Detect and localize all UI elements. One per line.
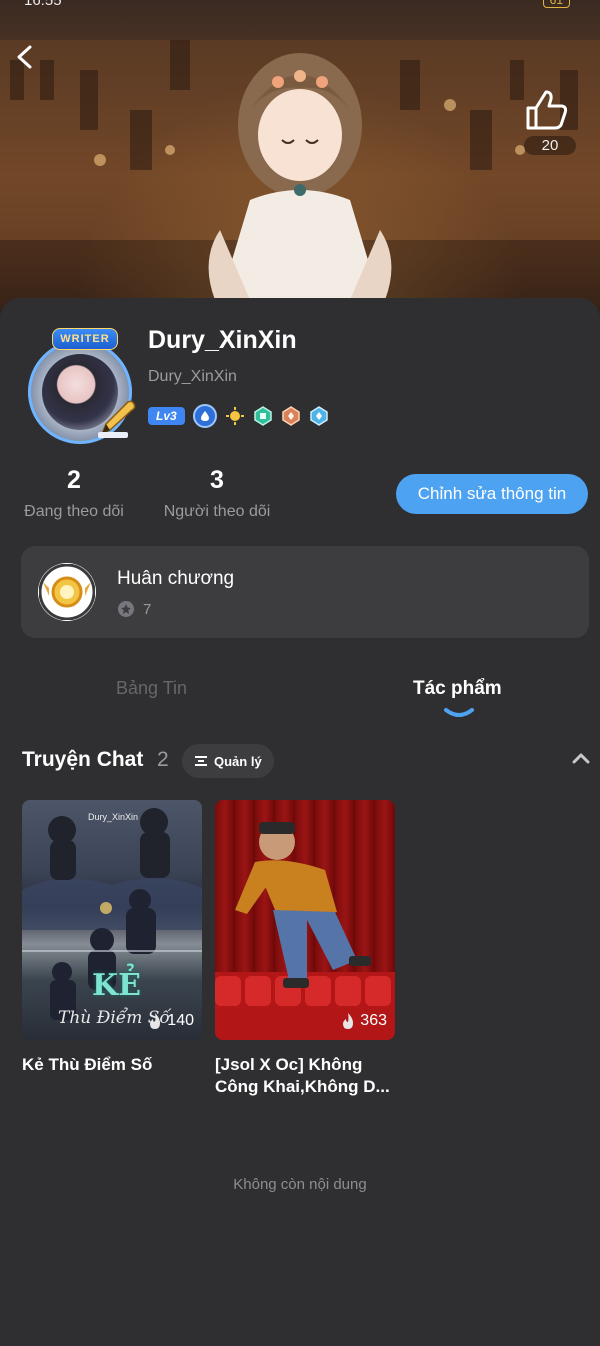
level-badge[interactable]: Lv3 (148, 407, 185, 425)
username: Dury_XinXin (148, 326, 297, 354)
heat-count: 363 (360, 1012, 387, 1029)
end-of-content-text: Không còn nội dung (233, 1176, 367, 1193)
heat-counter: 363 (340, 1012, 387, 1030)
avatar[interactable]: WRITER (22, 328, 142, 444)
medals-panel[interactable]: Huân chương 7 (21, 546, 589, 638)
like-widget: 20 (522, 86, 578, 155)
like-count: 20 (524, 136, 576, 155)
cover-artwork (215, 822, 395, 1040)
profile-tabs: Bảng Tin Tác phẩm (0, 670, 600, 720)
medals-count: 7 (143, 600, 152, 618)
chevron-left-icon (17, 45, 32, 69)
water-drop-badge-icon[interactable] (192, 404, 217, 428)
manage-label: Quản lý (214, 753, 262, 769)
user-handle: Dury_XinXin (148, 368, 237, 385)
followers-stat[interactable]: 3 Người theo dõi (160, 466, 274, 521)
medals-title: Huân chương (117, 568, 235, 589)
active-tab-indicator (444, 708, 474, 717)
badge-row: Lv3 (148, 404, 329, 428)
status-bar: 16:55 61 (0, 0, 600, 10)
flame-icon (343, 1013, 354, 1029)
following-label: Đang theo dõi (24, 503, 124, 520)
profile-banner: 16:55 61 20 (0, 0, 600, 320)
story-cover: Dury_XinXin KẺ Thù Điểm Số 140 (22, 800, 202, 1040)
back-button[interactable] (14, 44, 50, 80)
sun-badge-icon[interactable] (225, 406, 245, 426)
writer-badge: WRITER (52, 328, 118, 350)
story-card[interactable]: Dury_XinXin KẺ Thù Điểm Số 140 Kẻ Thù Đi… (22, 800, 202, 1076)
status-time: 16:55 (24, 0, 62, 9)
cover-watermark: Dury_XinXin (88, 812, 139, 822)
thumbs-up-icon[interactable] (526, 86, 574, 134)
story-title: Kẻ Thù Điểm Số (22, 1055, 153, 1074)
sort-icon (195, 756, 207, 766)
bronze-gem-badge-icon[interactable] (281, 406, 301, 426)
cover-title-art: KẺ (92, 968, 141, 1003)
cover-artwork (22, 808, 202, 1020)
followers-count: 3 (210, 466, 224, 494)
heat-count: 140 (167, 1012, 194, 1029)
heat-counter: 140 (147, 1012, 194, 1030)
medal-icon (38, 563, 96, 621)
following-count: 2 (67, 466, 81, 494)
profile-page: 16:55 61 20 WRITER Dury_XinXin Dury_XinX… (0, 0, 600, 1346)
green-gem-badge-icon[interactable] (253, 406, 273, 426)
battery-indicator: 61 (542, 0, 570, 8)
story-title: [Jsol X Oc] Không Công Khai,Không D... (215, 1055, 390, 1096)
section-count: 2 (157, 748, 169, 771)
tab-works[interactable]: Tác phẩm (413, 678, 502, 700)
section-title: Truyện Chat (22, 748, 144, 771)
tab-news-feed[interactable]: Bảng Tin (116, 678, 187, 699)
chevron-up-icon[interactable] (572, 752, 590, 764)
flame-icon (150, 1013, 161, 1029)
edit-profile-button[interactable]: Chỉnh sửa thông tin (396, 474, 588, 514)
story-cover: 363 (215, 800, 395, 1040)
followers-label: Người theo dõi (163, 503, 271, 520)
banner-artwork (0, 40, 600, 320)
pen-icon (98, 400, 136, 438)
medals-count-row: 7 (117, 600, 151, 618)
chat-stories-header: Truyện Chat 2 Quản lý (22, 744, 592, 784)
blue-gem-badge-icon[interactable] (309, 406, 329, 426)
star-badge-icon (118, 601, 134, 617)
story-card[interactable]: 363 [Jsol X Oc] Không Công Khai,Không D.… (215, 800, 395, 1098)
profile-card: WRITER Dury_XinXin Dury_XinXin Lv3 2 Đan… (0, 298, 600, 1346)
manage-button[interactable]: Quản lý (182, 744, 274, 778)
following-stat[interactable]: 2 Đang theo dõi (20, 466, 128, 521)
